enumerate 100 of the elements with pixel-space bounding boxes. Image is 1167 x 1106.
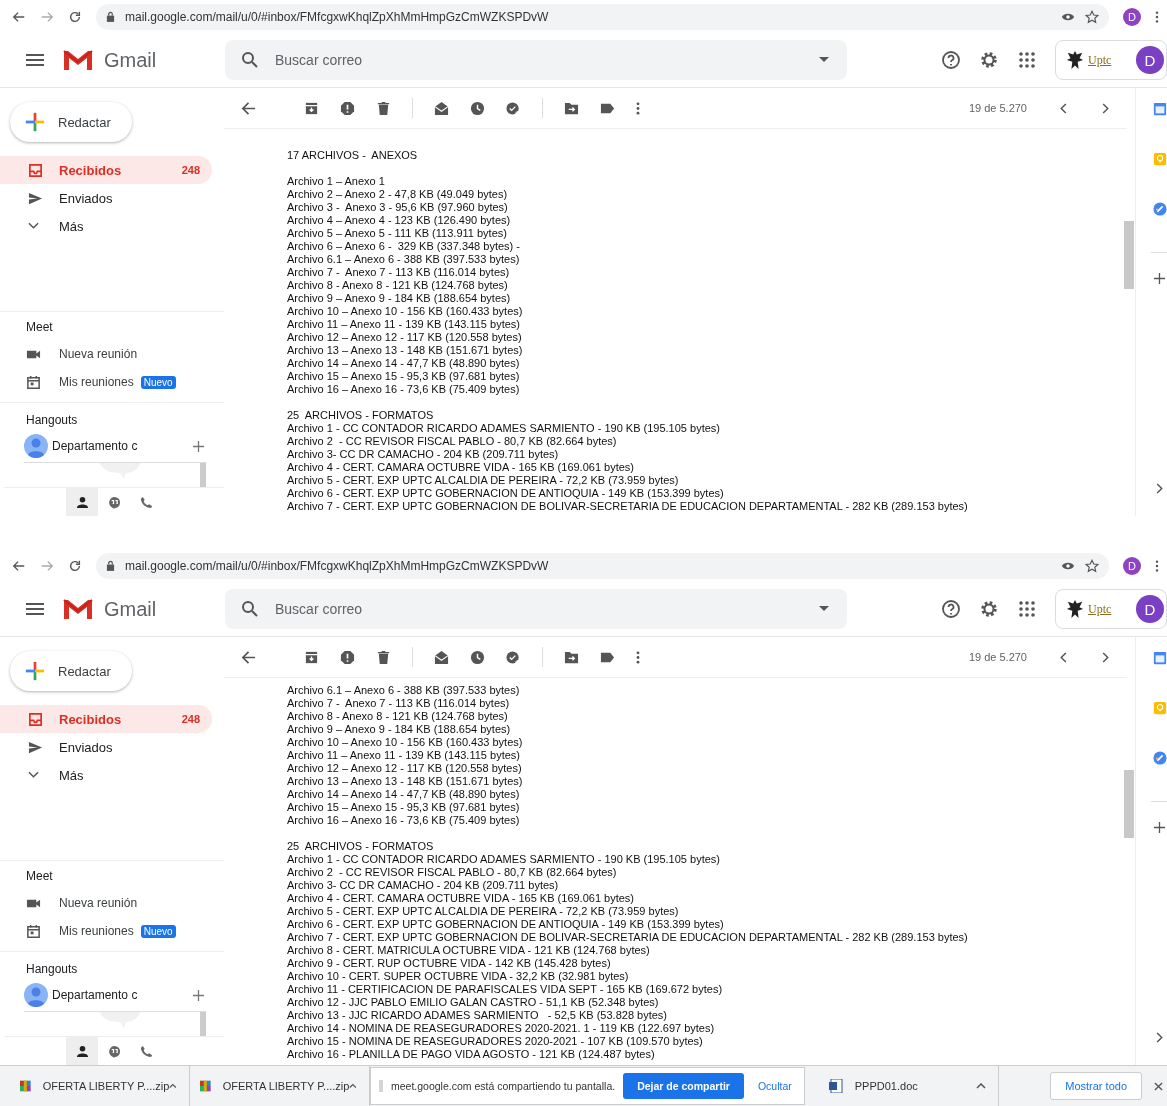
stop-sharing-button[interactable]: Dejar de compartir (623, 1073, 744, 1099)
clock-icon[interactable] (470, 649, 485, 665)
back-icon[interactable] (12, 9, 26, 24)
menu-icon[interactable] (26, 54, 44, 66)
menu-icon[interactable] (1155, 558, 1159, 573)
settings-icon[interactable] (979, 50, 999, 70)
spam-icon[interactable] (340, 100, 355, 116)
compose-button[interactable]: Redactar (10, 651, 132, 691)
meet-item[interactable]: Mis reuniones Nuevo (26, 368, 224, 396)
search-input[interactable]: Buscar correo (273, 51, 819, 69)
folder-item[interactable]: Más (0, 761, 212, 789)
trash-icon[interactable] (376, 649, 391, 665)
help-icon[interactable] (941, 599, 961, 619)
message-line: Archivo 5 – Anexo 5 - 111 KB (113.911 bytes) (287, 227, 508, 240)
folder-item[interactable]: Recibidos 248 (0, 705, 212, 733)
folder-move-icon[interactable] (564, 649, 579, 665)
message-line: Archivo 6 – Anexo 6 - 329 KB (337.348 bytes) - (287, 240, 521, 253)
profile-avatar[interactable]: D (1123, 556, 1141, 575)
scrollbar-thumb[interactable] (200, 463, 206, 487)
reload-icon[interactable] (68, 558, 82, 573)
apps-grid-icon[interactable] (1017, 50, 1037, 70)
chevron-left-icon[interactable] (1060, 102, 1068, 114)
hangouts-tab[interactable] (66, 488, 98, 516)
org-logo-text: Uptc (1088, 601, 1112, 617)
meet-item[interactable]: Mis reuniones Nuevo (26, 917, 224, 945)
star-icon[interactable] (1085, 9, 1099, 24)
back-arrow-icon[interactable] (241, 100, 256, 116)
search-bar[interactable]: Buscar correo (225, 589, 847, 629)
calendar-app-icon[interactable] (1153, 651, 1167, 665)
download-item[interactable]: PPPD01.doc (818, 1066, 999, 1106)
org-logo-text: Uptc (1088, 52, 1112, 68)
scrollbar-thumb[interactable] (1124, 221, 1134, 289)
plus-icon[interactable] (1154, 822, 1165, 833)
message-line: Archivo 3 - Anexo 3 - 95,6 KB (97.960 bytes) (287, 201, 509, 214)
back-arrow-icon[interactable] (241, 649, 256, 665)
chevron-right-icon[interactable] (1155, 1032, 1163, 1043)
envelope-icon[interactable] (434, 100, 449, 116)
folder-item[interactable]: Más (0, 212, 212, 240)
plus-icon[interactable] (193, 989, 204, 1001)
help-icon[interactable] (941, 50, 961, 70)
close-icon[interactable] (1154, 1081, 1163, 1091)
menu-icon[interactable] (26, 603, 44, 615)
plus-icon[interactable] (193, 440, 204, 452)
download-item[interactable]: OFERTA LIBERTY P....zip (10, 1066, 190, 1106)
trash-icon[interactable] (376, 100, 391, 116)
hide-button[interactable]: Ocultar (751, 1079, 798, 1093)
account-avatar[interactable]: D (1136, 46, 1164, 74)
show-all-button[interactable]: Mostrar todo (1050, 1072, 1142, 1100)
plus-icon[interactable] (1154, 273, 1165, 284)
settings-icon[interactable] (979, 599, 999, 619)
meet-item[interactable]: Nueva reunión (26, 889, 224, 917)
profile-avatar[interactable]: D (1123, 7, 1141, 26)
drag-handle-icon[interactable] (379, 1080, 383, 1092)
spam-icon[interactable] (340, 649, 355, 665)
folder-item[interactable]: Enviados (0, 733, 212, 761)
caret-icon[interactable] (819, 57, 829, 63)
message-line: Archivo 10 – Anexo 10 - 156 KB (160.433 bytes) (287, 736, 524, 749)
scrollbar-thumb[interactable] (1124, 770, 1134, 838)
contact-name[interactable]: Departamento c (52, 988, 138, 1002)
account-avatar[interactable]: D (1136, 595, 1164, 623)
caret-icon[interactable] (819, 606, 829, 612)
search-bar[interactable]: Buscar correo (225, 40, 847, 80)
chevron-right-icon[interactable] (1155, 483, 1163, 494)
folder-move-icon[interactable] (564, 100, 579, 116)
star-icon[interactable] (1085, 558, 1099, 573)
folder-item[interactable]: Recibidos 248 (0, 156, 212, 184)
apps-grid-icon[interactable] (1017, 599, 1037, 619)
back-icon[interactable] (12, 558, 26, 573)
message-line: Archivo 6 - CERT. EXP UPTC GOBERNACION DE ANTIOQUIA - 149 KB (153.399 bytes) (287, 918, 725, 931)
caret-up-icon[interactable] (975, 1083, 986, 1089)
chevron-right-icon[interactable] (1101, 102, 1109, 114)
account-switcher[interactable]: Uptc D (1055, 40, 1167, 80)
hangouts-tab[interactable] (66, 1037, 98, 1065)
scrollbar-thumb[interactable] (200, 1012, 206, 1036)
address-bar[interactable]: mail.google.com/mail/u/0/#inbox/FMfcgxwKhqlZpXhMmHmpGzCmWZKSPDvW (96, 552, 1109, 579)
account-switcher[interactable]: Uptc D (1055, 589, 1167, 629)
compose-button[interactable]: Redactar (10, 102, 132, 142)
more-vertical-icon[interactable] (636, 649, 640, 665)
clock-icon[interactable] (470, 100, 485, 116)
archive-icon[interactable] (304, 649, 319, 665)
archive-icon[interactable] (304, 100, 319, 116)
contact-name[interactable]: Departamento c (52, 439, 138, 453)
calendar-app-icon[interactable] (1153, 102, 1167, 116)
chevron-right-icon[interactable] (1101, 651, 1109, 663)
check-circle-icon[interactable] (1153, 751, 1167, 765)
caret-up-icon[interactable] (349, 1083, 357, 1089)
message-line: Archivo 15 – Anexo 15 - 95,3 KB (97.681 bytes) (287, 370, 521, 383)
address-bar[interactable]: mail.google.com/mail/u/0/#inbox/FMfcgxwKhqlZpXhMmHmpGzCmWZKSPDvW (96, 3, 1109, 30)
meet-item[interactable]: Nueva reunión (26, 340, 224, 368)
chevron-down-icon (28, 771, 39, 779)
envelope-icon[interactable] (434, 649, 449, 665)
more-vertical-icon[interactable] (636, 100, 640, 116)
reload-icon[interactable] (68, 9, 82, 24)
folder-item[interactable]: Enviados (0, 184, 212, 212)
menu-icon[interactable] (1155, 9, 1159, 24)
message-line: Archivo 6 - CERT. EXP UPTC GOBERNACION DE ANTIOQUIA - 149 KB (153.399 bytes) (287, 487, 725, 500)
caret-up-icon[interactable] (169, 1083, 177, 1089)
check-circle-icon[interactable] (1153, 202, 1167, 216)
search-input[interactable]: Buscar correo (273, 600, 819, 618)
chevron-left-icon[interactable] (1060, 651, 1068, 663)
